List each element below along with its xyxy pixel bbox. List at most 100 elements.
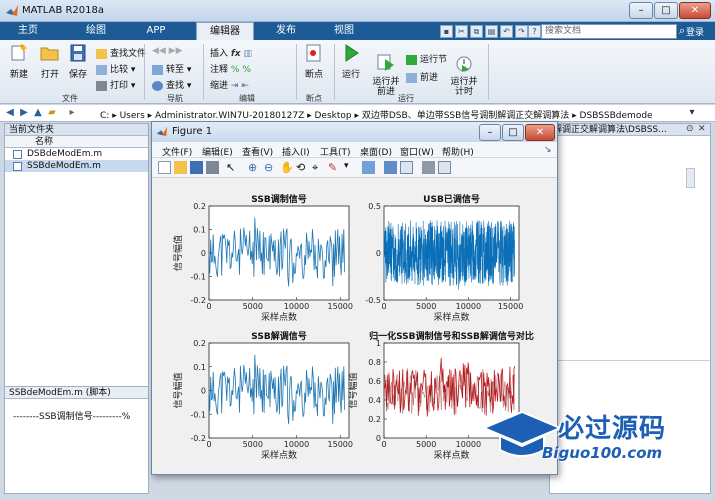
figure-toolbar: ↖ ⊕ ⊖ ✋ ⟲ ⌖ ✎ ▾ xyxy=(152,158,557,178)
file-item-selected[interactable]: SSBdeModEm.m xyxy=(5,160,148,172)
hide-plot-tools-icon[interactable] xyxy=(422,161,435,174)
brush-icon[interactable]: ✎ xyxy=(328,161,341,174)
tab-publish[interactable]: 发布 xyxy=(264,22,308,40)
editor-scrollbar[interactable] xyxy=(686,168,695,188)
find-files-button[interactable]: 查找文件 xyxy=(96,46,146,59)
file-item[interactable]: DSBdeModEm.m xyxy=(5,148,148,160)
matlab-logo-icon xyxy=(6,5,18,16)
brush-dropdown-icon[interactable]: ▾ xyxy=(344,161,357,174)
menu-file[interactable]: 文件(F) xyxy=(162,145,192,158)
undo-icon[interactable]: ↶ xyxy=(500,25,513,38)
new-button[interactable]: 新建 xyxy=(6,43,32,80)
figure-minimize-button[interactable]: – xyxy=(479,124,501,141)
print-button[interactable]: 打印 ▾ xyxy=(96,78,135,91)
goto-button[interactable]: 转至 ▾ xyxy=(152,62,191,75)
redo-icon[interactable]: ↷ xyxy=(515,25,528,38)
nav-back-forward[interactable]: ◀◀ ▶▶ xyxy=(152,46,183,56)
insert-button[interactable]: 插入 fx ▥ xyxy=(210,46,252,59)
outdent-icon[interactable]: ⇤ xyxy=(241,81,249,91)
save-figure-icon[interactable] xyxy=(190,161,203,174)
tab-plots[interactable]: 绘图 xyxy=(74,22,118,40)
group-label-edit: 编辑 xyxy=(239,94,255,103)
search-input[interactable]: 搜索文档 xyxy=(541,24,677,39)
save-quick-icon[interactable]: ▪ xyxy=(440,25,453,38)
fx-icon[interactable]: fx xyxy=(231,49,241,59)
rotate-3d-icon[interactable]: ⟲ xyxy=(296,161,309,174)
x-tick-label: 10000 xyxy=(456,440,481,449)
login-link[interactable]: 登录 xyxy=(686,25,704,38)
x-tick-label: 0 xyxy=(381,440,386,449)
subplot-title: SSB解调信号 xyxy=(251,330,306,342)
find-button[interactable]: 查找 ▾ xyxy=(152,78,191,91)
compare-button[interactable]: 比较 ▾ xyxy=(96,62,135,75)
menu-window[interactable]: 窗口(W) xyxy=(400,145,434,158)
menu-edit[interactable]: 编辑(E) xyxy=(202,145,233,158)
menu-desktop[interactable]: 桌面(D) xyxy=(360,145,392,158)
magnifier-icon xyxy=(152,80,163,91)
subplot-title: USB已调信号 xyxy=(423,193,480,205)
menu-tools[interactable]: 工具(T) xyxy=(320,145,351,158)
path-root-icon[interactable]: ▸ xyxy=(66,107,78,119)
open-figure-icon[interactable] xyxy=(174,161,187,174)
run-and-time-button[interactable]: 运行并 计时 xyxy=(448,44,480,107)
run-section-button[interactable]: 运行节 xyxy=(406,52,447,65)
x-tick-label: 5000 xyxy=(243,440,263,449)
ribbon-toolbar: 新建 打开 保存 查找文件 比较 ▾ 打印 ▾ 文件 ◀◀ ▶▶ 转至 ▾ 查找… xyxy=(0,40,715,104)
menu-dock-icon[interactable]: ↘ xyxy=(544,145,552,155)
tab-editor[interactable]: 编辑器 xyxy=(196,22,254,40)
menu-insert[interactable]: 插入(I) xyxy=(282,145,310,158)
zoom-in-icon[interactable]: ⊕ xyxy=(248,161,261,174)
panel-menu-icon[interactable]: ⊙ xyxy=(686,124,696,135)
show-plot-tools-icon[interactable] xyxy=(438,161,451,174)
m-file-icon xyxy=(13,162,22,171)
comment-percent-icon[interactable]: % xyxy=(231,65,240,75)
legend-icon[interactable] xyxy=(400,161,413,174)
tab-view[interactable]: 视图 xyxy=(322,22,366,40)
help-icon[interactable]: ? xyxy=(528,25,541,38)
current-folder-path[interactable]: C: ▸ Users ▸ Administrator.WIN7U-2018012… xyxy=(100,108,653,121)
figure-maximize-button[interactable]: □ xyxy=(502,124,524,141)
up-folder-icon[interactable]: ▲ xyxy=(32,107,44,119)
pan-hand-icon[interactable]: ✋ xyxy=(280,161,294,174)
advance-button[interactable]: 前进 xyxy=(406,70,438,83)
panel-close-icon[interactable]: ✕ xyxy=(698,124,708,135)
run-button[interactable]: 运行 xyxy=(338,44,364,80)
menu-help[interactable]: 帮助(H) xyxy=(442,145,474,158)
compare-icon xyxy=(96,64,107,75)
indent-icon[interactable]: ⇥ xyxy=(231,81,239,91)
zoom-out-icon[interactable]: ⊖ xyxy=(264,161,277,174)
save-button[interactable]: 保存 xyxy=(66,44,90,80)
cut-icon[interactable]: ✂ xyxy=(455,25,468,38)
browse-folder-icon[interactable]: ▰ xyxy=(46,107,58,119)
breakpoints-button[interactable]: 断点 xyxy=(300,44,328,80)
indent-button[interactable]: 缩进 ⇥ ⇤ xyxy=(210,78,249,91)
back-arrow-icon[interactable]: ◀ xyxy=(4,107,16,119)
uncomment-icon[interactable]: % xyxy=(242,65,251,75)
path-dropdown-icon[interactable]: ▾ xyxy=(686,107,698,119)
edit-plot-arrow-icon[interactable]: ↖ xyxy=(226,161,239,174)
copy-icon[interactable]: ⧉ xyxy=(470,25,483,38)
current-folder-header: 当前文件夹 xyxy=(5,124,148,136)
ribbon-tabs: 主页 绘图 APP 编辑器 发布 视图 ▪ ✂ ⧉ ▤ ↶ ↷ ? 搜索文档 ⌕ xyxy=(0,22,715,40)
forward-arrow-icon[interactable]: ▶ xyxy=(18,107,30,119)
print-figure-icon[interactable] xyxy=(206,161,219,174)
tab-home[interactable]: 主页 xyxy=(6,22,50,40)
menu-view[interactable]: 查看(V) xyxy=(242,145,273,158)
comment-button[interactable]: 注释 % % xyxy=(210,62,251,75)
y-tick-label: 0.1 xyxy=(193,226,206,235)
maximize-button[interactable]: □ xyxy=(654,2,678,19)
paste-icon[interactable]: ▤ xyxy=(485,25,498,38)
colorbar-icon[interactable] xyxy=(384,161,397,174)
name-column-header[interactable]: 名称 xyxy=(5,136,148,148)
open-button[interactable]: 打开 xyxy=(38,44,62,80)
cell-icon[interactable]: ▥ xyxy=(244,49,253,59)
close-button[interactable]: ✕ xyxy=(679,2,711,19)
run-play-icon xyxy=(345,44,359,62)
minimize-button[interactable]: – xyxy=(629,2,653,19)
tab-apps[interactable]: APP xyxy=(134,22,178,40)
new-figure-icon[interactable] xyxy=(158,161,171,174)
figure-close-button[interactable]: ✕ xyxy=(525,124,555,141)
link-plot-icon[interactable] xyxy=(362,161,375,174)
data-cursor-icon[interactable]: ⌖ xyxy=(312,161,325,174)
details-title: SSBdeModEm.m (脚本) xyxy=(5,387,148,399)
